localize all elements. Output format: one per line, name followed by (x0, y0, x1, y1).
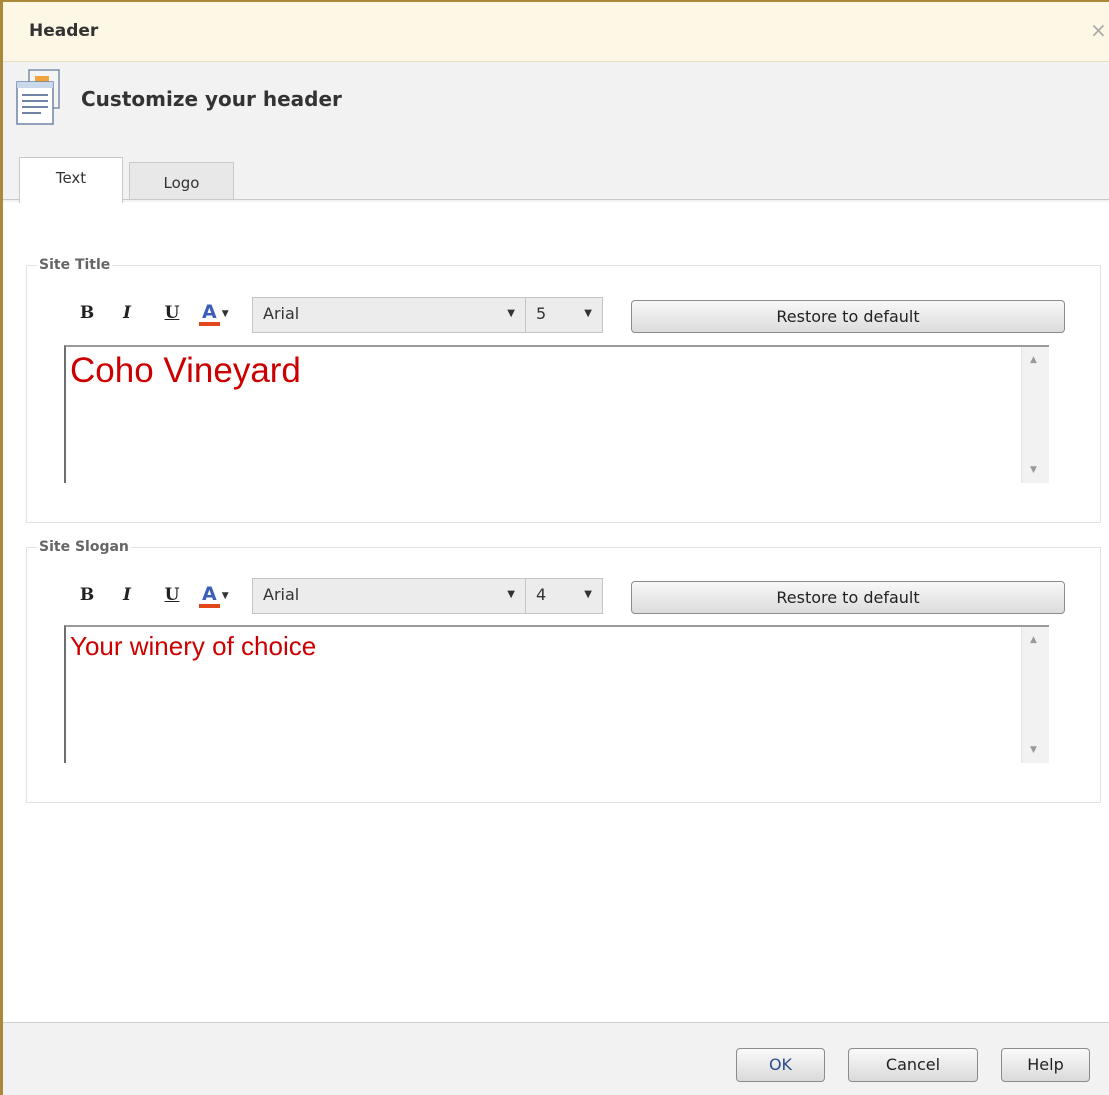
restore-default-button[interactable]: Restore to default (631, 300, 1065, 333)
italic-button[interactable]: I (115, 582, 139, 608)
font-family-select[interactable]: Arial ▼ (252, 297, 526, 333)
chevron-down-icon: ▼ (507, 308, 515, 319)
editor-scrollbar[interactable]: ▲ ▼ (1021, 347, 1049, 483)
underline-button[interactable]: U (160, 582, 184, 608)
chevron-down-icon: ▼ (584, 308, 592, 319)
font-size-value: 5 (536, 304, 547, 323)
font-size-value: 4 (536, 585, 547, 604)
chevron-down-icon: ▼ (221, 308, 229, 319)
site-title-legend: Site Title (39, 257, 111, 273)
scroll-down-icon[interactable]: ▼ (1030, 465, 1037, 475)
chevron-down-icon: ▼ (221, 590, 229, 601)
chevron-down-icon: ▼ (584, 589, 592, 600)
cancel-button[interactable]: Cancel (848, 1048, 978, 1082)
font-family-value: Arial (263, 585, 300, 604)
bold-button[interactable]: B (75, 582, 99, 608)
tab-text[interactable]: Text (19, 157, 123, 203)
header-dialog: Header × Customize your header Text Logo… (0, 0, 1109, 1095)
tab-divider (3, 199, 1109, 200)
customize-header-area: Customize your header Text Logo (3, 62, 1109, 203)
font-size-select[interactable]: 4 ▼ (525, 578, 603, 614)
document-icon (16, 69, 60, 125)
italic-button[interactable]: I (115, 300, 139, 326)
site-title-text: Coho Vineyard (70, 351, 301, 390)
font-color-icon: A (199, 302, 220, 326)
help-button[interactable]: Help (1001, 1048, 1090, 1082)
dialog-titlebar: Header × (3, 2, 1109, 62)
tab-logo[interactable]: Logo (129, 162, 234, 200)
scroll-up-icon[interactable]: ▲ (1030, 635, 1037, 645)
site-title-editor[interactable]: Coho Vineyard ▲ ▼ (64, 345, 1049, 483)
close-icon[interactable]: × (1090, 18, 1107, 42)
ok-button[interactable]: OK (736, 1048, 825, 1082)
font-color-icon: A (199, 584, 220, 608)
restore-default-button[interactable]: Restore to default (631, 581, 1065, 614)
font-family-value: Arial (263, 304, 300, 323)
font-color-button[interactable]: A ▼ (199, 300, 243, 326)
font-family-select[interactable]: Arial ▼ (252, 578, 526, 614)
site-slogan-legend: Site Slogan (39, 539, 129, 555)
font-color-button[interactable]: A ▼ (199, 582, 243, 608)
editor-scrollbar[interactable]: ▲ ▼ (1021, 627, 1049, 763)
dialog-title: Header (29, 21, 99, 41)
bold-button[interactable]: B (75, 300, 99, 326)
site-slogan-editor[interactable]: Your winery of choice ▲ ▼ (64, 625, 1049, 763)
site-slogan-text: Your winery of choice (70, 631, 317, 661)
customize-header-heading: Customize your header (81, 87, 342, 111)
font-size-select[interactable]: 5 ▼ (525, 297, 603, 333)
chevron-down-icon: ▼ (507, 589, 515, 600)
underline-button[interactable]: U (160, 300, 184, 326)
dialog-footer: OK Cancel Help (3, 1023, 1109, 1095)
scroll-up-icon[interactable]: ▲ (1030, 355, 1037, 365)
scroll-down-icon[interactable]: ▼ (1030, 745, 1037, 755)
